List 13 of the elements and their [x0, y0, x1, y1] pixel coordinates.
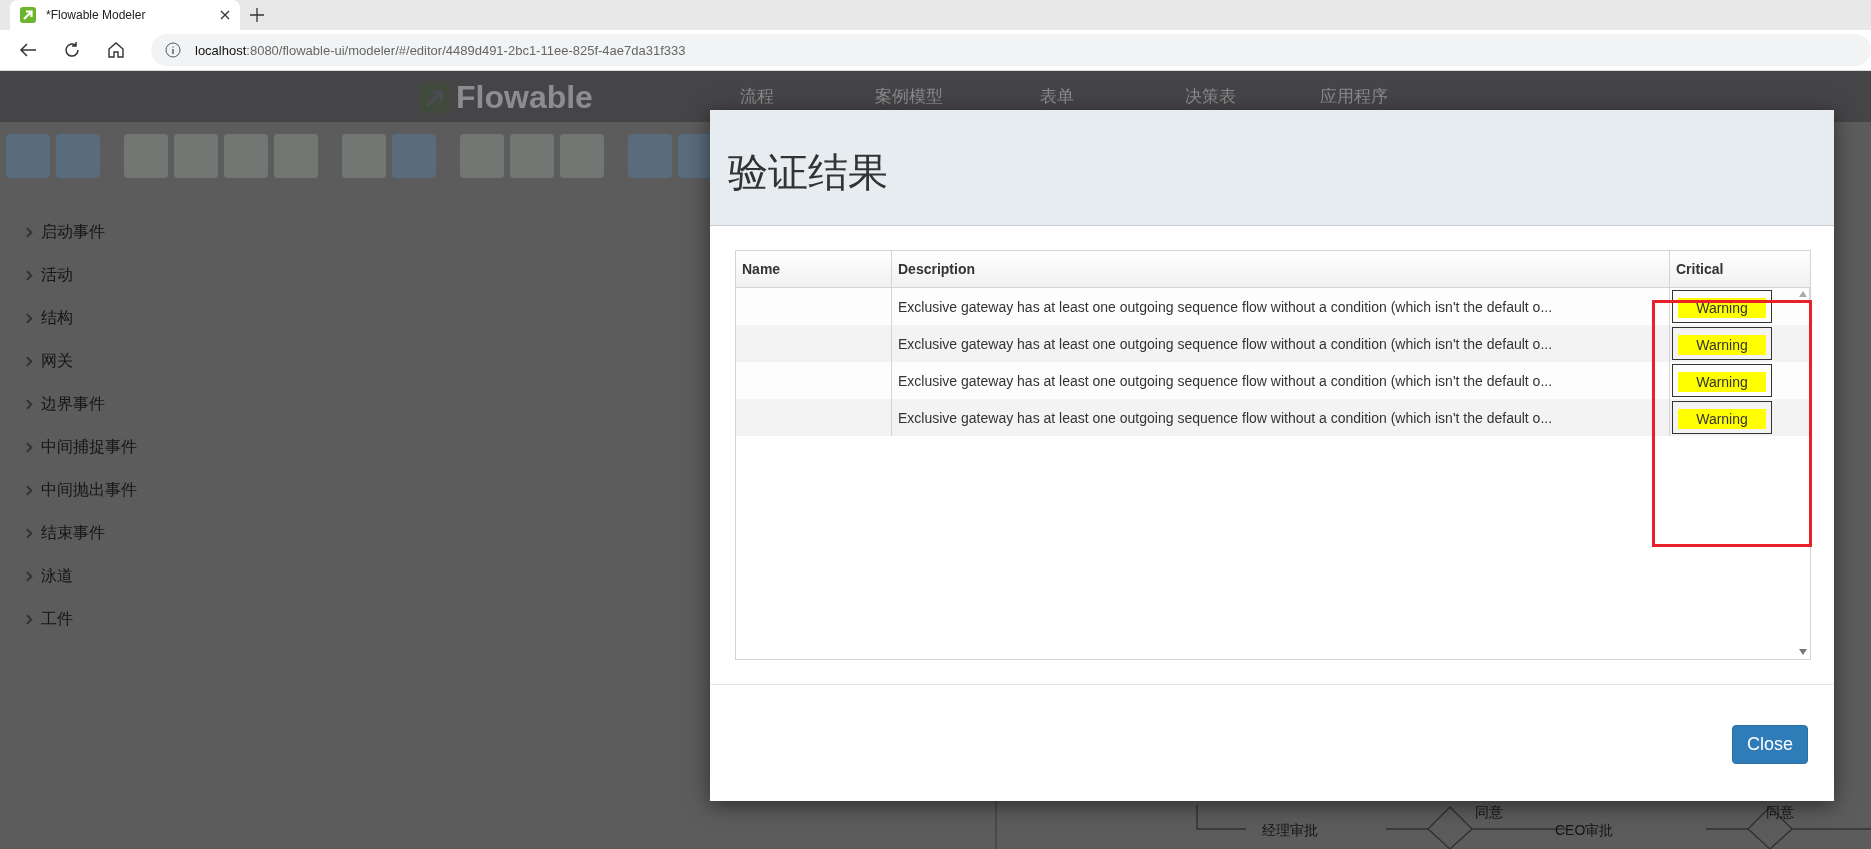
dialog-title: 验证结果	[728, 149, 888, 196]
warning-badge: Warning	[1672, 364, 1772, 397]
warning-badge: Warning	[1672, 290, 1772, 323]
task-label: CEO审批	[1555, 822, 1614, 840]
warning-badge: Warning	[1672, 401, 1772, 434]
tab-title: *Flowable Modeler	[46, 8, 147, 22]
flow-label: 同意	[1475, 804, 1503, 822]
flow-label: 同意	[1766, 804, 1794, 822]
warning-badge: Warning	[1672, 327, 1772, 360]
task-label: 经理审批	[1262, 822, 1318, 840]
url-text: localhost:8080/flowable-ui/modeler/#/editor/4489d491-2bc1-11ee-825f-4ae7da31f333	[195, 42, 686, 58]
table-cell: Exclusive gateway has at least one outgoing sequence flow without a condition (which isn't the default o...	[892, 399, 1670, 436]
logo-text: Flowable	[456, 79, 593, 116]
